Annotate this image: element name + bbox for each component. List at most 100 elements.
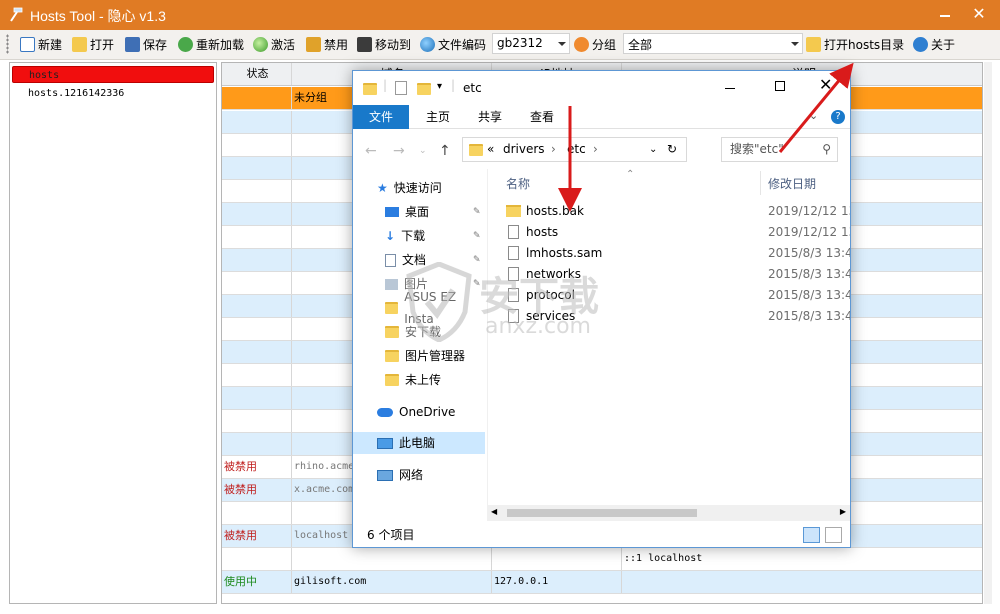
tab-view[interactable]: 查看 xyxy=(517,105,567,129)
encoding-button[interactable]: 文件编码 xyxy=(420,33,486,55)
breadcrumb-separator: › xyxy=(551,142,556,156)
document-icon xyxy=(385,253,396,267)
close-button[interactable]: ✕ xyxy=(958,0,1000,28)
open-button[interactable]: 打开 xyxy=(72,33,114,55)
column-divider[interactable] xyxy=(760,171,761,195)
file-item[interactable]: hosts 2019/12/12 13 xyxy=(502,222,850,243)
file-icon xyxy=(508,246,519,260)
open-folder-icon xyxy=(72,36,87,52)
properties-icon[interactable] xyxy=(395,81,407,95)
lock-icon xyxy=(306,36,321,52)
hosts-backup-item[interactable]: hosts.1216142336 xyxy=(12,85,214,102)
nav-not-uploaded[interactable]: 未上传 xyxy=(353,369,485,391)
save-button-label: 保存 xyxy=(143,37,168,52)
address-dropdown-icon[interactable]: ⌄ xyxy=(649,138,657,161)
back-arrow-icon[interactable]: ← xyxy=(365,143,377,159)
globe-icon xyxy=(420,36,435,52)
nav-downloads[interactable]: ↓ 下载 ✎ xyxy=(353,225,485,247)
group-select[interactable]: 全部 xyxy=(623,33,803,54)
new-button[interactable]: 新建 xyxy=(20,33,62,55)
address-prefix[interactable]: « xyxy=(487,138,494,161)
nav-this-pc[interactable]: 此电脑 xyxy=(353,432,485,454)
hosts-file-item[interactable]: hosts xyxy=(12,66,214,83)
folder-icon xyxy=(806,36,821,52)
folder-icon xyxy=(385,374,399,386)
reload-button[interactable]: 重新加载 xyxy=(178,33,244,55)
pin-icon[interactable]: ✎ xyxy=(473,207,481,217)
table-row[interactable]: ::1 localhost xyxy=(222,548,982,571)
explorer-title-bar: | ▾ | etc ✕ xyxy=(353,71,850,105)
computer-icon xyxy=(377,437,393,449)
title-bar: Hosts Tool - 隐心 v1.3 ✕ xyxy=(0,0,1000,30)
refresh-icon[interactable]: ↻ xyxy=(667,138,677,161)
nav-quick-access-label: 快速访问 xyxy=(393,181,442,195)
ribbon-expand-icon[interactable]: ⌄ xyxy=(809,109,818,122)
column-date[interactable]: 修改日期 xyxy=(768,175,816,192)
activate-button[interactable]: 激活 xyxy=(253,33,295,55)
table-row[interactable]: 使用中 gilisoft.com 127.0.0.1 xyxy=(222,571,982,594)
encoding-select[interactable]: gb2312 xyxy=(492,33,570,54)
up-arrow-icon[interactable]: ↑ xyxy=(439,143,451,159)
minimize-button[interactable] xyxy=(932,4,958,24)
file-name: lmhosts.sam xyxy=(526,246,603,260)
file-icon xyxy=(508,225,519,239)
help-icon[interactable]: ? xyxy=(831,110,845,124)
pin-icon[interactable]: ✎ xyxy=(473,231,481,241)
move-to-button[interactable]: 移动到 xyxy=(357,33,411,55)
quick-access-dropdown-icon[interactable]: ▾ xyxy=(437,81,442,92)
status-cell xyxy=(222,548,292,570)
scroll-left-icon[interactable]: ◀ xyxy=(491,507,497,516)
search-input[interactable]: 搜索"etc" ⚲ xyxy=(721,137,838,162)
disable-button[interactable]: 禁用 xyxy=(306,33,348,55)
tab-share[interactable]: 共享 xyxy=(465,105,515,129)
encoding-select-value: gb2312 xyxy=(497,36,543,50)
vertical-scrollbar[interactable] xyxy=(984,62,992,604)
status-cell xyxy=(222,341,292,363)
address-bar[interactable]: « drivers › etc › ⌄ ↻ xyxy=(462,137,687,162)
scrollbar-thumb[interactable] xyxy=(507,509,697,517)
open-hosts-dir-button[interactable]: 打开hosts目录 xyxy=(806,33,904,55)
nav-desktop[interactable]: 桌面 ✎ xyxy=(353,201,485,223)
tab-home[interactable]: 主页 xyxy=(413,105,463,129)
about-button[interactable]: 关于 xyxy=(913,33,955,55)
nav-quick-access[interactable]: ★ 快速访问 xyxy=(353,177,485,199)
explorer-minimize-button[interactable] xyxy=(725,88,735,89)
status-cell xyxy=(222,203,292,225)
forward-arrow-icon[interactable]: → xyxy=(393,143,405,159)
breadcrumb-etc[interactable]: etc xyxy=(567,138,586,161)
status-cell xyxy=(222,295,292,317)
recent-dropdown-icon[interactable]: ⌄ xyxy=(419,146,427,156)
column-name[interactable]: 名称 xyxy=(506,175,530,192)
network-icon xyxy=(377,469,393,481)
nav-network[interactable]: 网络 xyxy=(353,464,485,486)
move-to-button-label: 移动到 xyxy=(375,37,412,52)
scroll-right-icon[interactable]: ▶ xyxy=(840,507,846,516)
toolbar: 新建 打开 保存 重新加载 激活 禁用 移动到 文件编码 gb2312 分组 全… xyxy=(0,30,1000,60)
new-button-label: 新建 xyxy=(38,37,63,52)
toolbar-grip[interactable] xyxy=(6,34,9,54)
status-cell xyxy=(222,364,292,386)
activate-icon xyxy=(253,36,268,52)
file-item[interactable]: lmhosts.sam 2015/8/3 13:41 xyxy=(502,243,850,264)
sort-up-icon: ⌃ xyxy=(626,169,635,180)
group-button[interactable]: 分组 xyxy=(574,33,616,55)
details-view-icon[interactable] xyxy=(803,527,820,543)
file-item[interactable]: hosts.bak 2019/12/12 13 xyxy=(502,201,850,222)
explorer-maximize-button[interactable] xyxy=(775,81,785,91)
move-icon xyxy=(357,36,372,52)
nav-desktop-label: 桌面 xyxy=(405,205,430,219)
explorer-close-button[interactable]: ✕ xyxy=(819,75,832,94)
cloud-icon xyxy=(377,407,393,417)
group-icon xyxy=(574,36,589,52)
header-status[interactable]: 状态 xyxy=(222,63,292,85)
horizontal-scrollbar[interactable]: ◀ ▶ xyxy=(487,505,850,521)
status-cell xyxy=(222,249,292,271)
folder-icon xyxy=(469,144,483,156)
nav-onedrive[interactable]: OneDrive xyxy=(353,401,485,423)
tab-file[interactable]: 文件 xyxy=(353,105,409,129)
new-file-icon xyxy=(20,36,35,52)
large-icons-view-icon[interactable] xyxy=(825,527,842,543)
new-folder-icon[interactable] xyxy=(417,83,431,95)
breadcrumb-drivers[interactable]: drivers xyxy=(503,138,545,161)
save-button[interactable]: 保存 xyxy=(125,33,167,55)
